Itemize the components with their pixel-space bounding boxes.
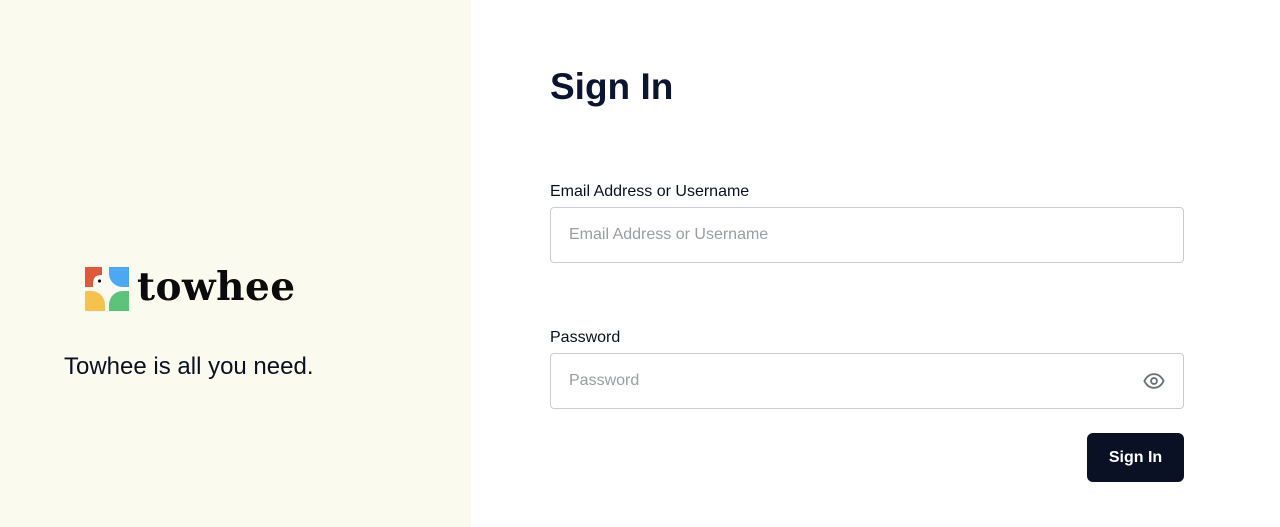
password-label: Password bbox=[550, 329, 621, 346]
page-title: Sign In bbox=[550, 66, 674, 107]
brand-wordmark: towhee bbox=[137, 264, 296, 310]
sign-in-button[interactable]: Sign In bbox=[1087, 433, 1184, 482]
password-visibility-toggle[interactable] bbox=[1142, 369, 1166, 393]
brand-panel: towhee Towhee is all you need. bbox=[0, 0, 471, 527]
signin-panel: Sign In Email Address or Username Passwo… bbox=[471, 0, 1280, 527]
email-label: Email Address or Username bbox=[550, 183, 750, 200]
password-input[interactable] bbox=[550, 353, 1184, 409]
brand-tagline: Towhee is all you need. bbox=[64, 353, 314, 380]
eye-icon bbox=[1143, 373, 1165, 389]
email-input[interactable] bbox=[550, 207, 1184, 263]
brand-logo: towhee bbox=[85, 264, 296, 311]
towhee-logo-icon bbox=[85, 267, 129, 311]
